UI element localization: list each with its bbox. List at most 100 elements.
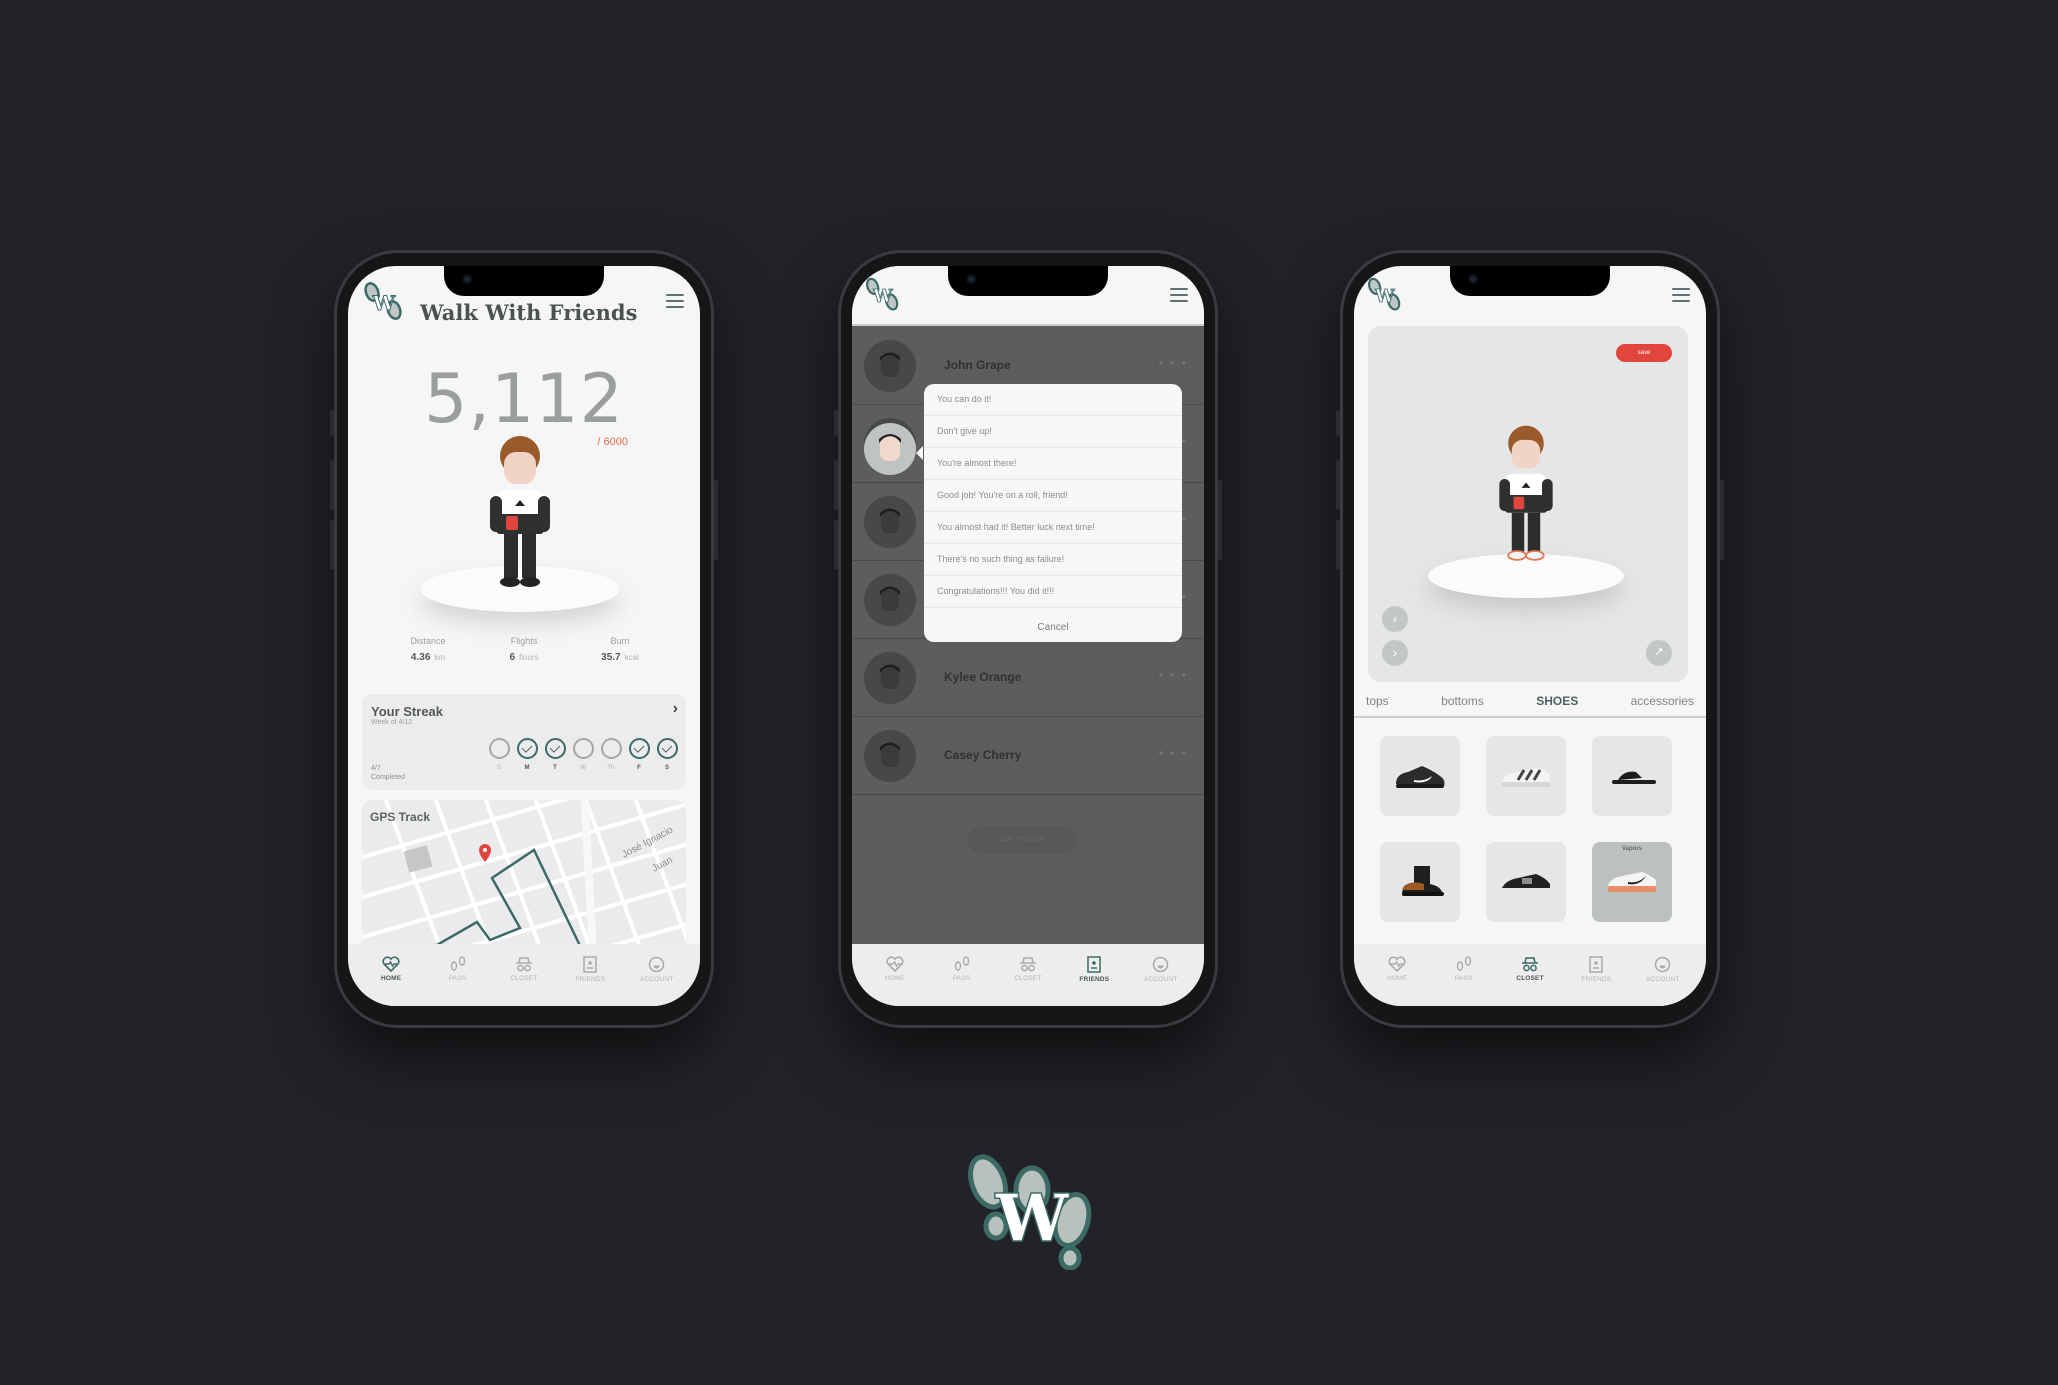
category-tab-shoes[interactable]: SHOES (1536, 690, 1578, 716)
svg-text:W: W (995, 1181, 1069, 1256)
cheer-option[interactable]: Don't give up! (924, 416, 1182, 448)
gps-map[interactable]: José Ignacio Juan (362, 800, 686, 960)
day-label: S (664, 765, 669, 771)
tab-friends[interactable]: FRIENDS (1568, 944, 1624, 1006)
tab-label: PASS (952, 975, 971, 982)
tab-home[interactable]: HOME (363, 944, 419, 1006)
friend-avatar[interactable] (864, 730, 916, 782)
tab-label: HOME (885, 975, 906, 982)
friends-screen: W Casey Cherry • • • Kylee Orange • • • • • … (852, 266, 1204, 1006)
shoe-item[interactable]: Vapors (1592, 842, 1672, 922)
svg-text:W: W (872, 287, 893, 307)
tab-pass[interactable]: PASS (430, 944, 486, 1006)
friend-name: Casey Cherry (944, 748, 1022, 762)
tab-friends[interactable]: FRIENDS (1066, 944, 1122, 1006)
tab-label: CLOSET (1516, 975, 1544, 982)
tab-friends[interactable]: FRIENDS (562, 944, 618, 1006)
selected-friend-avatar[interactable] (864, 423, 916, 475)
gps-track-card[interactable]: GPS Track José Ignacio Juan (362, 800, 686, 960)
step-goal: / 6000 (597, 436, 628, 448)
day-label: W (580, 765, 586, 771)
face-icon (1635, 956, 1691, 973)
tab-label: CLOSET (510, 975, 538, 982)
save-button[interactable]: save (1616, 344, 1672, 362)
friend-avatar[interactable] (864, 496, 916, 548)
cheer-option[interactable]: Congratulations!!! You did it!!! (924, 576, 1182, 608)
app-logo[interactable]: W (864, 276, 902, 314)
friend-avatar[interactable] (864, 574, 916, 626)
check-circle-icon (656, 738, 678, 759)
more-options-icon[interactable]: • • • (1159, 356, 1188, 370)
cheer-option[interactable]: You almost had it! Better luck next time… (924, 512, 1182, 544)
streak-day: M (516, 738, 538, 771)
tab-label: HOME (1387, 975, 1408, 982)
friend-row[interactable]: Casey Cherry • • • (852, 716, 1204, 795)
more-options-icon[interactable]: • • • (1159, 746, 1188, 760)
friend-name: John Grape (944, 358, 1011, 372)
tab-account[interactable]: ACCOUNT (1133, 944, 1189, 1006)
shoe-name: Vapors (1621, 846, 1642, 852)
face-icon (629, 956, 685, 973)
tab-label: FRIENDS (575, 976, 606, 983)
day-label: T (553, 765, 557, 771)
footprints-icon (430, 956, 486, 972)
streak-day: W (572, 738, 594, 771)
cheer-option[interactable]: You're almost there! (924, 448, 1182, 480)
category-tab-tops[interactable]: tops (1366, 690, 1389, 716)
tab-closet[interactable]: CLOSET (496, 944, 552, 1006)
tab-label: PASS (1454, 975, 1473, 982)
heart-pulse-icon (867, 956, 923, 972)
streak-days: S M T W Th F S (488, 738, 678, 771)
tab-closet[interactable]: CLOSET (1000, 944, 1056, 1006)
shoe-item[interactable] (1380, 736, 1460, 816)
cancel-button[interactable]: Cancel (924, 608, 1182, 646)
chevron-right-icon[interactable]: › (673, 700, 678, 718)
cheer-option[interactable]: There's no such thing as failure! (924, 544, 1182, 576)
previous-outfit-button[interactable]: ‹ (1382, 606, 1408, 632)
contact-book-icon (1568, 956, 1624, 973)
empty-circle-icon (488, 738, 510, 759)
friend-avatar[interactable] (864, 340, 916, 392)
category-tab-bottoms[interactable]: bottoms (1441, 690, 1484, 716)
hamburger-menu-icon[interactable] (1672, 288, 1690, 302)
tab-label: FRIENDS (1079, 976, 1110, 983)
friend-row[interactable]: Kylee Orange • • • (852, 638, 1204, 717)
tab-closet[interactable]: CLOSET (1502, 944, 1558, 1006)
tab-pass[interactable]: PASS (934, 944, 990, 1006)
app-logo[interactable]: W (1366, 276, 1404, 314)
streak-card[interactable]: Your Streak Week of 4/12 › 4/7 Completed … (362, 694, 686, 790)
cheer-option[interactable]: Good job! You're on a roll, friend! (924, 480, 1182, 512)
clothing-category-tabs: tops bottoms SHOES accessories (1354, 690, 1706, 718)
category-tab-accessories[interactable]: accessories (1631, 690, 1694, 716)
face-icon (1133, 956, 1189, 973)
cheer-option[interactable]: You can do it! (924, 384, 1182, 416)
app-logo[interactable]: W (362, 280, 406, 324)
hamburger-menu-icon[interactable] (1170, 288, 1188, 302)
activity-stats: Distance 4.36 km Flights 6 floors Burn 35.… (388, 636, 660, 663)
add-friends-button[interactable]: ADD FRIENDS (968, 826, 1076, 854)
friend-name: Kylee Orange (944, 670, 1022, 684)
more-options-icon[interactable]: • • • (1159, 668, 1188, 682)
stat-flights: Flights 6 floors (509, 636, 539, 663)
next-outfit-button[interactable]: › (1382, 640, 1408, 666)
stat-burn: Burn 35.7 kcal (601, 636, 639, 663)
day-label: F (637, 765, 641, 771)
shoe-item[interactable] (1486, 736, 1566, 816)
heart-pulse-icon (363, 956, 419, 972)
hamburger-menu-icon[interactable] (666, 294, 684, 308)
shoe-item[interactable] (1592, 736, 1672, 816)
friend-avatar[interactable] (864, 652, 916, 704)
hat-glasses-icon (1502, 956, 1558, 972)
tab-pass[interactable]: PASS (1436, 944, 1492, 1006)
svg-text:W: W (1374, 287, 1395, 307)
shoe-item[interactable] (1486, 842, 1566, 922)
tab-account[interactable]: ACCOUNT (1635, 944, 1691, 1006)
tab-home[interactable]: HOME (867, 944, 923, 1006)
tab-account[interactable]: ACCOUNT (629, 944, 685, 1006)
tab-home[interactable]: HOME (1369, 944, 1425, 1006)
closet-screen: W save ‹ › ↗ tops bottoms SHOES accessor… (1354, 266, 1706, 1006)
tab-label: ACCOUNT (639, 976, 674, 983)
share-icon[interactable]: ↗ (1646, 640, 1672, 666)
shoe-item[interactable] (1380, 842, 1460, 922)
tab-bar: HOME PASS CLOSET FRIENDS ACCOUNT (348, 944, 700, 1006)
